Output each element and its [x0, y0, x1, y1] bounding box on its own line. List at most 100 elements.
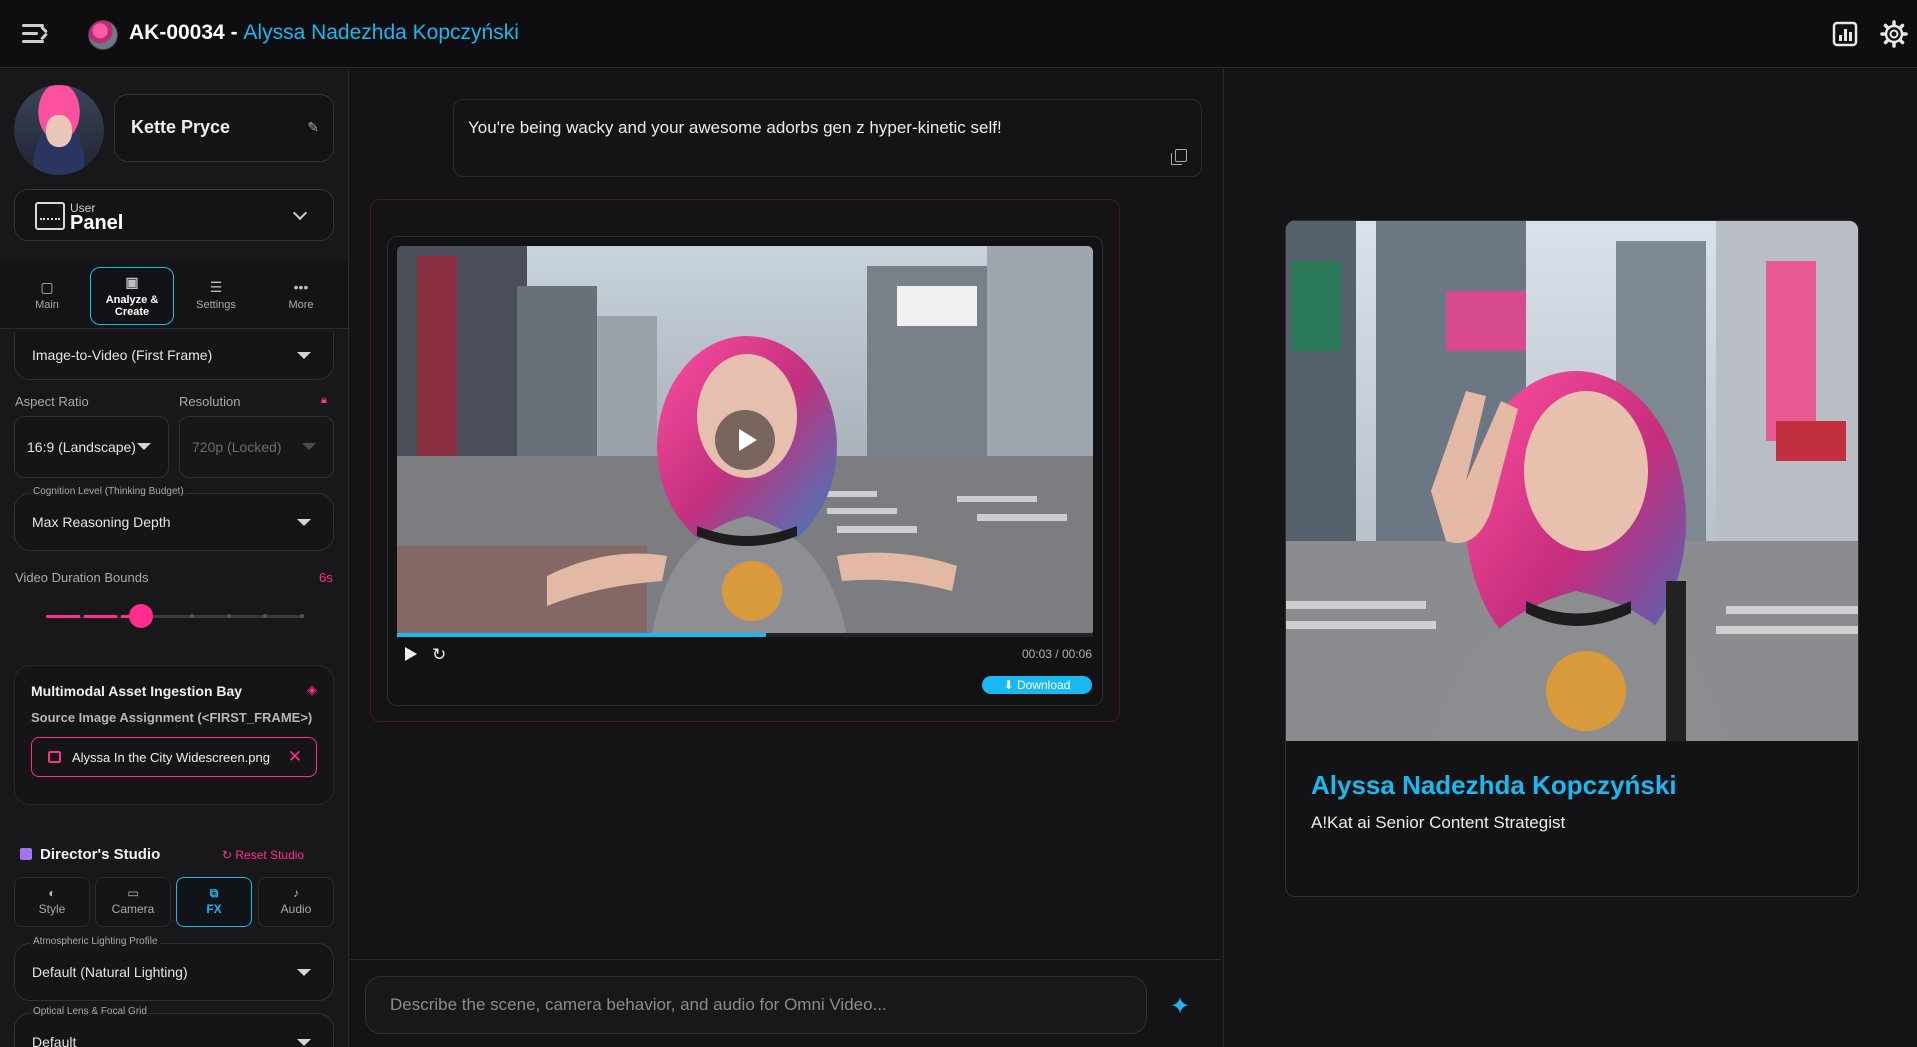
optical-lens-select[interactable]: Optical Lens & Focal Grid Default: [14, 1006, 334, 1047]
prompt-text: You're being wacky and your awesome ador…: [468, 118, 1002, 137]
persona-panel: Alyssa Nadezhda Kopczyński A!Kat ai Seni…: [1223, 69, 1917, 1047]
video-timecode: 00:03 / 00:06: [1021, 647, 1092, 661]
top-bar: AK-00034 - Alyssa Nadezhda Kopczyński: [0, 0, 1917, 68]
duration-slider[interactable]: [46, 604, 304, 628]
panel-selector-label: Panel: [70, 212, 124, 234]
generation-mode-select[interactable]: Image-to-Video (First Frame): [14, 332, 334, 380]
directors-studio-label: Director's Studio: [40, 846, 161, 863]
video-progress-bar[interactable]: [397, 633, 1093, 637]
sparkle-generate-icon[interactable]: ✦: [1170, 992, 1190, 1021]
studio-tab-style-label: Style: [38, 902, 66, 916]
prompt-message: You're being wacky and your awesome ador…: [453, 99, 1202, 177]
caret-down-icon: [297, 519, 311, 526]
duration-slider-handle[interactable]: [129, 604, 154, 628]
sliders-icon: ☰: [209, 279, 223, 295]
slider-tick: [190, 614, 194, 618]
video-duration-label: Video Duration Bounds: [15, 570, 149, 585]
gear-icon[interactable]: [1880, 20, 1908, 48]
cognition-level-select[interactable]: Cognition Level (Thinking Budget) Max Re…: [14, 486, 334, 551]
nav-tabs: ▢ Main ▣ Analyze & Create ☰ Settings ••• …: [0, 259, 348, 329]
camera-icon: ▭: [127, 886, 139, 900]
profile-avatar[interactable]: [14, 85, 104, 175]
persona-name: Alyssa Nadezhda Kopczyński: [1311, 770, 1677, 800]
directors-studio-title: Director's Studio: [20, 846, 160, 863]
lighting-profile-value: Default (Natural Lighting): [32, 964, 188, 980]
panel-selector[interactable]: User Panel: [14, 189, 334, 241]
aspect-ratio-value: 16:9 (Landscape): [27, 439, 136, 455]
palette-icon: ◐: [48, 886, 56, 900]
agent-code: AK-00034: [129, 21, 225, 44]
chevron-down-icon: [292, 205, 308, 221]
tab-analyze-label: Analyze & Create: [105, 294, 159, 318]
reset-studio-button[interactable]: ↻ Reset Studio: [222, 848, 304, 862]
composer-bar: ✦: [350, 959, 1222, 1047]
generation-mode-value: Image-to-Video (First Frame): [32, 347, 213, 363]
aspect-ratio-select[interactable]: 16:9 (Landscape): [14, 416, 169, 478]
tab-more-label: More: [288, 299, 314, 311]
profile-name: Kette Pryce: [131, 117, 231, 137]
studio-tab-audio[interactable]: ♪ Audio: [258, 877, 334, 927]
caret-down-icon: [137, 443, 151, 450]
slider-tick: [300, 614, 304, 618]
play-icon[interactable]: [405, 647, 417, 661]
scene-description-input[interactable]: [365, 976, 1147, 1034]
play-overlay-button[interactable]: [715, 410, 775, 470]
tab-settings[interactable]: ☰ Settings: [174, 267, 258, 325]
caret-down-icon: [297, 1039, 311, 1046]
asset-ingestion-panel: Multimodal Asset Ingestion Bay ◈ Source …: [14, 665, 334, 805]
source-image-filename: Alyssa In the City Widescreen.png: [72, 750, 270, 765]
clapperboard-icon: [20, 848, 32, 860]
persona-card: Alyssa Nadezhda Kopczyński A!Kat ai Seni…: [1285, 220, 1859, 897]
cognition-level-value: Max Reasoning Depth: [32, 514, 171, 530]
video-duration-value: 6s: [319, 570, 333, 585]
image-icon: [48, 751, 61, 763]
remove-file-icon[interactable]: ✕: [288, 747, 302, 767]
slider-tick: [263, 614, 267, 618]
cognition-level-label: Cognition Level (Thinking Budget): [31, 486, 186, 497]
source-image-chip: Alyssa In the City Widescreen.png ✕: [31, 737, 317, 777]
lighting-profile-label: Atmospheric Lighting Profile: [31, 936, 160, 947]
lighting-profile-select[interactable]: Atmospheric Lighting Profile Default (Na…: [14, 936, 334, 1001]
slider-tick: [227, 614, 231, 618]
optical-lens-label: Optical Lens & Focal Grid: [31, 1006, 149, 1017]
chat-icon: ▢: [40, 279, 54, 295]
studio-tab-fx[interactable]: ⧉ FX: [176, 877, 252, 927]
persona-image: [1286, 221, 1858, 741]
more-icon: •••: [293, 279, 309, 295]
duration-slider-fill: [46, 615, 142, 618]
tab-analyze-create[interactable]: ▣ Analyze & Create: [90, 267, 174, 325]
edit-pencil-icon[interactable]: ✎: [307, 119, 319, 136]
chart-icon: ▣: [125, 274, 139, 290]
video-result-frame: ↻ 00:03 / 00:06 ⬇ Download: [370, 199, 1120, 722]
studio-tab-camera-label: Camera: [111, 902, 155, 916]
replay-icon[interactable]: ↻: [432, 645, 446, 665]
menu-collapse-icon[interactable]: [20, 20, 50, 48]
optical-lens-value: Default: [32, 1034, 77, 1047]
download-button[interactable]: ⬇ Download: [982, 676, 1092, 694]
tab-main-label: Main: [35, 299, 59, 311]
layers-icon[interactable]: ◈: [307, 682, 317, 698]
download-label: Download: [1017, 678, 1071, 692]
source-image-label: Source Image Assignment (<FIRST_FRAME>): [31, 710, 313, 725]
persona-role: A!Kat ai Senior Content Strategist: [1311, 813, 1566, 832]
caret-down-icon: [297, 352, 311, 359]
lock-icon: 🔒︎: [321, 394, 327, 406]
caret-down-icon: [302, 443, 316, 450]
reset-studio-label: Reset Studio: [235, 848, 305, 862]
tab-main[interactable]: ▢ Main: [5, 267, 89, 325]
ingestion-title: Multimodal Asset Ingestion Bay: [31, 683, 243, 699]
sidebar: Kette Pryce ✎ User Panel ▢ Main ▣ Analyz…: [0, 69, 349, 1047]
analytics-icon[interactable]: [1831, 20, 1859, 48]
studio-tab-fx-label: FX: [206, 902, 222, 916]
download-icon: ⬇: [1003, 678, 1017, 692]
agent-name: Alyssa Nadezhda Kopczyński: [243, 21, 519, 44]
copy-icon[interactable]: [1171, 149, 1187, 165]
resolution-value: 720p (Locked): [192, 439, 282, 455]
studio-tab-style[interactable]: ◐ Style: [14, 877, 90, 927]
caret-down-icon: [297, 969, 311, 976]
studio-tab-camera[interactable]: ▭ Camera: [95, 877, 171, 927]
tab-more[interactable]: ••• More: [259, 267, 343, 325]
profile-name-card: Kette Pryce ✎: [114, 94, 334, 162]
resolution-select: 720p (Locked): [179, 416, 334, 478]
video-progress-fill: [397, 633, 766, 637]
